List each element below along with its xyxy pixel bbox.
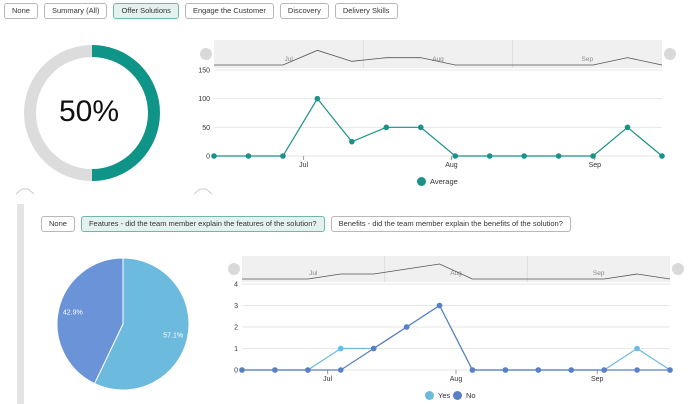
data-point-average	[659, 153, 665, 159]
y-tick-label: 2	[234, 325, 238, 332]
data-point-no	[370, 345, 377, 352]
yes-no-line-chart: Jul Aug Sep43210Jul Aug Sep	[228, 256, 684, 383]
y-tick-label: 3	[234, 303, 238, 310]
data-point-no	[667, 367, 673, 373]
x-tick-label: Aug	[445, 162, 458, 169]
x-tick-label: Jul	[299, 162, 308, 169]
tab-offer-solutions[interactable]: Offer Solutions	[113, 3, 179, 19]
data-point-yes	[634, 345, 640, 352]
y-tick-label: 1	[234, 346, 238, 353]
y-tick-label: 50	[202, 125, 210, 132]
navigator-track	[214, 40, 662, 68]
legend-label-yes: Yes	[438, 391, 451, 400]
data-point-yes	[337, 345, 344, 352]
legend-yes[interactable]: Yes	[425, 391, 450, 400]
resize-handle-icon[interactable]	[15, 188, 35, 195]
legend-label-no: No	[466, 391, 476, 400]
navigator-handle-left	[200, 48, 212, 60]
tab-discovery[interactable]: Discovery	[279, 3, 329, 19]
data-point-average	[314, 95, 321, 102]
x-tick-label: Aug	[450, 376, 463, 383]
legend-label-average: Average	[430, 177, 458, 186]
data-point-no	[403, 324, 410, 330]
data-point-no	[305, 367, 311, 373]
gauge-value-text: 50%	[58, 95, 120, 128]
x-tick-label: Sep	[591, 376, 604, 383]
tab-engage-the-customer[interactable]: Engage the Customer	[184, 3, 274, 19]
navigator-handle-right	[664, 48, 676, 60]
series-line-no	[242, 304, 670, 371]
x-tick-label: Sep	[589, 162, 602, 169]
yes-no-pie-chart: 57.1% 42.9%	[56, 257, 190, 391]
y-tick-label: 0	[234, 368, 238, 375]
data-point-average	[486, 153, 493, 159]
tab-bar: None Summary (All) Offer Solutions Engag…	[4, 3, 398, 19]
data-point-average	[555, 153, 562, 159]
tab-question-features[interactable]: Features - did the team member explain t…	[80, 216, 325, 232]
data-point-no	[535, 367, 542, 373]
data-point-average	[452, 153, 459, 159]
data-point-no	[436, 302, 443, 309]
navigator-label: Jul	[285, 56, 294, 63]
navigator-handle-right	[672, 263, 684, 275]
data-point-average	[624, 124, 631, 131]
data-point-average	[383, 124, 390, 131]
question-tab-bar: None Features - did the team member expl…	[41, 216, 571, 232]
data-point-no	[469, 367, 476, 373]
y-tick-label: 150	[198, 68, 210, 75]
navigator-label: Sep	[582, 56, 594, 63]
pie-label-yes: 57.1%	[163, 332, 183, 339]
left-scroll-rail[interactable]	[17, 204, 24, 404]
tab-none[interactable]: None	[4, 3, 38, 19]
data-point-average	[417, 124, 424, 131]
legend-average[interactable]: Average	[417, 177, 458, 186]
data-point-no	[337, 367, 344, 373]
data-point-no	[634, 367, 640, 373]
chart-resize-handles	[15, 188, 213, 195]
legend-marker-average	[417, 177, 426, 186]
data-point-average	[349, 138, 355, 145]
navigator-label: Sep	[593, 270, 605, 277]
tab-question-benefits[interactable]: Benefits - did the team member explain t…	[330, 216, 571, 232]
x-tick-label: Jul	[323, 376, 332, 383]
tab-question-none[interactable]: None	[41, 216, 75, 232]
data-point-no	[502, 367, 509, 373]
data-point-average	[280, 153, 286, 159]
data-point-average	[211, 153, 217, 159]
data-point-no	[239, 367, 245, 373]
legend-marker-no	[453, 391, 462, 400]
data-point-no	[272, 367, 278, 373]
data-point-no	[568, 367, 575, 373]
tab-delivery-skills[interactable]: Delivery Skills	[334, 3, 398, 19]
average-line-chart: Jul Aug Sep150100500Jul Aug Sep	[198, 40, 676, 169]
data-point-average	[590, 153, 596, 159]
navigator-label: Jul	[309, 270, 318, 277]
tab-summary-all[interactable]: Summary (All)	[43, 3, 108, 19]
legend-no[interactable]: No	[453, 391, 476, 400]
data-point-average	[245, 153, 252, 159]
navigator-track	[242, 256, 670, 282]
y-tick-label: 0	[206, 154, 210, 161]
y-tick-label: 100	[198, 96, 210, 103]
legend-marker-yes	[425, 391, 434, 400]
pie-label-no: 42.9%	[63, 310, 83, 317]
data-point-no	[601, 367, 607, 373]
data-point-average	[521, 153, 527, 159]
navigator-handle-left	[228, 263, 240, 275]
y-tick-label: 4	[234, 282, 238, 289]
